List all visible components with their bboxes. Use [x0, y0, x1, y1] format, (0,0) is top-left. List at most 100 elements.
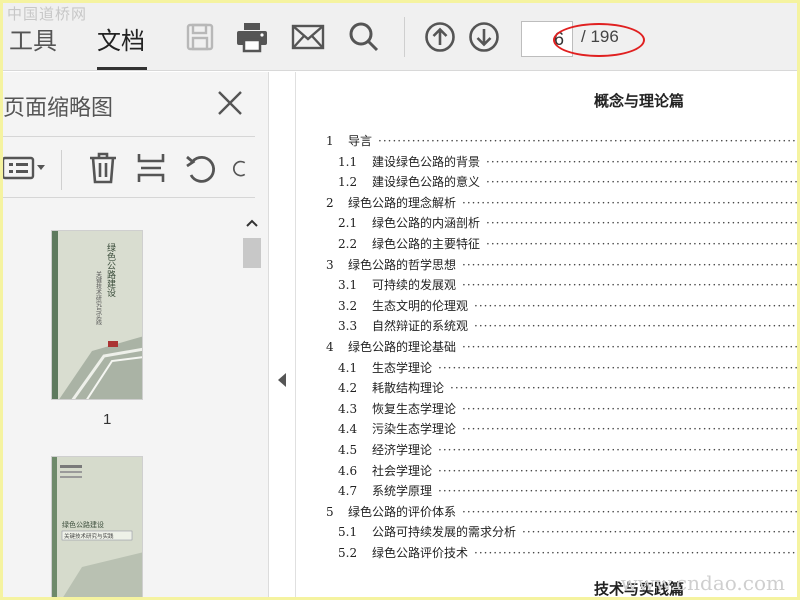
watermark-bottom: www.cndao.com — [620, 571, 785, 595]
toc-entry[interactable]: 3.1 可持续的发展观 ······························… — [326, 276, 797, 297]
section-title: 概念与理论篇 — [594, 92, 685, 110]
thumbnail-panel: 页面缩略图 绿色公路建设 关键技术研究与实践 1 绿色公路建设 关键技术研究与实… — [3, 72, 269, 597]
toc-leader-dots: ········································… — [438, 484, 797, 499]
arrow-down-circle-icon[interactable] — [467, 20, 501, 54]
toc-entry[interactable]: 4.7 系统学原理 ································… — [326, 482, 797, 503]
toc-label: 耗散结构理论 — [372, 381, 445, 396]
svg-text:关键技术研究与实践: 关键技术研究与实践 — [95, 270, 102, 325]
toc-number: 4.6 — [338, 463, 358, 478]
toc-number: 4.2 — [338, 381, 358, 396]
toc-entry[interactable]: 4.5 经济学理论 ································… — [326, 441, 797, 462]
toc-number: 4.4 — [338, 422, 358, 437]
toc-label: 建设绿色公路的背景 — [372, 154, 481, 169]
toc-label: 导言 — [348, 134, 373, 148]
toc-leader-dots: ········································… — [462, 257, 797, 272]
toc-leader-dots: ········································… — [522, 525, 797, 540]
panel-title: 页面缩略图 — [3, 96, 114, 121]
toc-entry[interactable]: 1.2 建设绿色公路的意义 ····························… — [326, 173, 797, 194]
toc-number: 3.2 — [338, 298, 358, 313]
toc-leader-dots: ········································… — [462, 422, 797, 437]
rotate-right-icon[interactable] — [233, 150, 253, 186]
toc-label: 绿色公路的内涵剖析 — [372, 216, 481, 231]
toc-number: 1.2 — [338, 175, 358, 190]
thumbnail-list: 绿色公路建设 关键技术研究与实践 1 绿色公路建设 关键技术研究与实践 — [3, 198, 269, 597]
toc-entry[interactable]: 4.3 恢复生态学理论 ······························… — [326, 400, 797, 421]
toc-number: 5.1 — [338, 525, 358, 540]
close-icon[interactable] — [215, 88, 245, 118]
toc-label: 绿色公路评价技术 — [372, 545, 469, 560]
toc-label: 自然辩证的系统观 — [372, 319, 469, 334]
toc-label: 建设绿色公路的意义 — [372, 175, 481, 190]
watermark-top: 中国道桥网 — [7, 5, 88, 23]
toc-entry[interactable]: 5.1 公路可持续发展的需求分析 ·························… — [326, 523, 797, 544]
toc-entry[interactable]: 4.4 污染生态学理论 ······························… — [326, 420, 797, 441]
app-window: 中国道桥网 工具 文档 6 / 196 页面缩略图 绿色公路建设 关键技术研究与… — [3, 3, 797, 597]
tab-tools[interactable]: 工具 — [9, 21, 57, 56]
chevron-up-icon[interactable] — [245, 216, 259, 232]
extract-icon[interactable] — [133, 150, 169, 186]
toc-label: 绿色公路的哲学思想 — [348, 257, 457, 272]
toc-leader-dots: ········································… — [462, 278, 797, 293]
highlight-ellipse-annotation — [553, 23, 645, 57]
toc-entry[interactable]: 1 导言 ·····································… — [326, 132, 797, 153]
toc-leader-dots: ········································… — [474, 298, 797, 313]
save-icon[interactable] — [183, 20, 217, 54]
search-icon[interactable] — [347, 20, 381, 54]
active-tab-indicator — [97, 67, 147, 70]
toc-label: 经济学理论 — [372, 442, 433, 457]
toc-number: 2.1 — [338, 216, 358, 231]
toc-number: 3.3 — [338, 319, 358, 334]
toc-number: 1 — [326, 134, 334, 148]
thumbnail-scrollbar[interactable] — [241, 216, 263, 596]
document-view: 概念与理论篇 1 导言 ······························… — [295, 72, 797, 597]
rotate-left-icon[interactable] — [183, 150, 219, 186]
toc-leader-dots: ········································… — [438, 463, 797, 478]
toc-label: 系统学原理 — [372, 484, 433, 499]
toc-label: 绿色公路的理念解析 — [348, 195, 457, 210]
toc-leader-dots: ········································… — [438, 442, 797, 457]
toc-label: 生态学理论 — [372, 360, 433, 375]
print-icon[interactable] — [235, 20, 269, 54]
toc-entry[interactable]: 3.2 生态文明的伦理观 ·····························… — [326, 297, 797, 318]
toc-leader-dots: ········································… — [474, 319, 797, 334]
collapse-panel-icon[interactable] — [278, 373, 286, 387]
toc-label: 绿色公路的主要特征 — [372, 236, 481, 251]
arrow-up-circle-icon[interactable] — [423, 20, 457, 54]
toc-label: 公路可持续发展的需求分析 — [372, 525, 517, 540]
page-thumbnail[interactable]: 绿色公路建设 关键技术研究与实践 — [51, 456, 143, 597]
tab-document[interactable]: 文档 — [97, 21, 145, 56]
toc-label: 污染生态学理论 — [372, 422, 457, 437]
toc-number: 5 — [326, 504, 334, 519]
toc-entry[interactable]: 4.6 社会学理论 ································… — [326, 462, 797, 483]
toc-label: 绿色公路的理论基础 — [348, 339, 457, 354]
toc-leader-dots: ········································… — [462, 195, 797, 210]
toc-label: 社会学理论 — [372, 463, 433, 478]
toc-leader-dots: ········································… — [462, 401, 797, 416]
toc-entry[interactable]: 1.1 建设绿色公路的背景 ····························… — [326, 153, 797, 174]
toc-number: 2 — [326, 195, 334, 210]
toc-label: 恢复生态学理论 — [372, 401, 457, 416]
toc-label: 生态文明的伦理观 — [372, 298, 469, 313]
toc-entry[interactable]: 2.2 绿色公路的主要特征 ····························… — [326, 235, 797, 256]
options-icon[interactable] — [3, 150, 47, 186]
page-thumbnail[interactable]: 绿色公路建设 关键技术研究与实践 — [51, 230, 143, 400]
toc-entry[interactable]: 3 绿色公路的哲学思想 ······························… — [326, 256, 797, 277]
scrollbar-thumb[interactable] — [243, 238, 261, 268]
email-icon[interactable] — [291, 20, 325, 54]
toc-number: 1.1 — [338, 154, 358, 169]
tools-separator — [61, 150, 62, 190]
toc-entry[interactable]: 4 绿色公路的理论基础 ······························… — [326, 338, 797, 359]
thumbnail-label: 1 — [103, 411, 112, 428]
toc-label: 绿色公路的评价体系 — [348, 504, 457, 519]
toc-entry[interactable]: 5 绿色公路的评价体系 ······························… — [326, 503, 797, 524]
toc-entry[interactable]: 5.2 绿色公路评价技术 ·····························… — [326, 544, 797, 565]
svg-text:关键技术研究与实践: 关键技术研究与实践 — [64, 532, 114, 540]
toc-entry[interactable]: 2.1 绿色公路的内涵剖析 ····························… — [326, 214, 797, 235]
toc-entry[interactable]: 4.1 生态学理论 ································… — [326, 359, 797, 380]
toc-leader-dots: ········································… — [486, 154, 797, 169]
toc-number: 4.1 — [338, 360, 358, 375]
toc-entry[interactable]: 2 绿色公路的理念解析 ······························… — [326, 194, 797, 215]
toc-entry[interactable]: 4.2 耗散结构理论 ·······························… — [326, 379, 797, 400]
trash-icon[interactable] — [85, 150, 121, 186]
toc-entry[interactable]: 3.3 自然辩证的系统观 ·····························… — [326, 317, 797, 338]
